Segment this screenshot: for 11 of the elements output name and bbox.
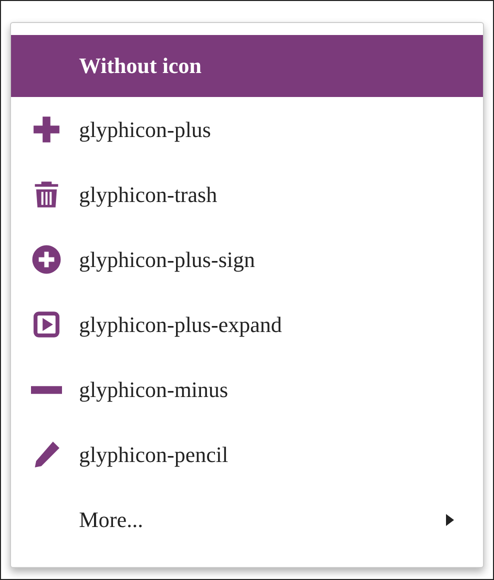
- menu-item[interactable]: glyphicon-plus: [11, 97, 483, 162]
- caret-icon: [445, 512, 455, 526]
- menu-item[interactable]: glyphicon-pencil: [11, 422, 483, 487]
- plus-icon: [31, 114, 62, 145]
- menu-item[interactable]: glyphicon-minus: [11, 357, 483, 422]
- menu-item[interactable]: glyphicon-plus-expand: [11, 292, 483, 357]
- menu-item[interactable]: glyphicon-trash: [11, 162, 483, 227]
- menu-item[interactable]: glyphicon-plus-sign: [11, 227, 483, 292]
- menu-item[interactable]: Without icon: [11, 35, 483, 97]
- menu-item[interactable]: More...: [11, 487, 483, 552]
- minus-icon: [31, 386, 62, 394]
